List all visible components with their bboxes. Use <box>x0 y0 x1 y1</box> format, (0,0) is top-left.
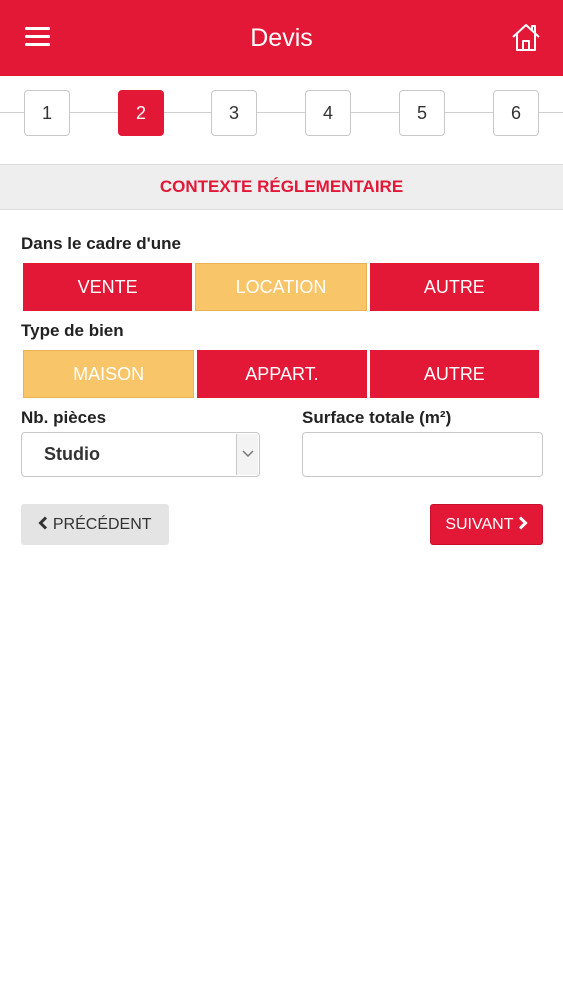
pieces-select[interactable]: Studio <box>21 432 260 477</box>
type-bien-label: Type de bien <box>21 321 124 340</box>
step-5[interactable]: 5 <box>399 90 445 136</box>
pieces-label: Nb. pièces <box>21 408 107 427</box>
surface-input[interactable] <box>302 432 543 477</box>
home-icon[interactable] <box>511 22 541 52</box>
chevron-down-icon <box>236 434 258 475</box>
chevron-right-icon <box>518 516 528 530</box>
option-maison-button[interactable]: MAISON <box>23 350 195 398</box>
pieces-select-value: Studio <box>44 444 100 464</box>
option-autre-cadre-button[interactable]: AUTRE <box>369 263 539 311</box>
option-autre-bien-button[interactable]: AUTRE <box>369 350 539 398</box>
stepper-line <box>0 112 563 113</box>
option-location-button[interactable]: LOCATION <box>195 263 367 311</box>
page-title: Devis <box>250 24 313 52</box>
step-progress: 1 2 3 4 5 6 <box>0 76 563 164</box>
step-3[interactable]: 3 <box>211 90 257 136</box>
step-4[interactable]: 4 <box>305 90 351 136</box>
step-1[interactable]: 1 <box>24 90 70 136</box>
chevron-left-icon <box>38 516 48 530</box>
option-vente-button[interactable]: VENTE <box>23 263 193 311</box>
section-title: CONTEXTE RÉGLEMENTAIRE <box>0 164 563 210</box>
previous-button-label: PRÉCÉDENT <box>52 516 152 533</box>
previous-button[interactable]: PRÉCÉDENT <box>21 504 169 545</box>
step-2[interactable]: 2 <box>118 90 164 136</box>
step-6[interactable]: 6 <box>493 90 539 136</box>
next-button[interactable]: SUIVANT <box>430 504 543 545</box>
type-bien-segmented-control: MAISON APPART. AUTRE <box>23 350 539 398</box>
next-button-label: SUIVANT <box>445 516 514 533</box>
option-appart-button[interactable]: APPART. <box>197 350 367 398</box>
app-header: Devis <box>0 0 563 76</box>
surface-label: Surface totale (m²) <box>302 408 452 427</box>
cadre-label: Dans le cadre d'une <box>21 234 181 253</box>
cadre-segmented-control: VENTE LOCATION AUTRE <box>23 263 539 311</box>
